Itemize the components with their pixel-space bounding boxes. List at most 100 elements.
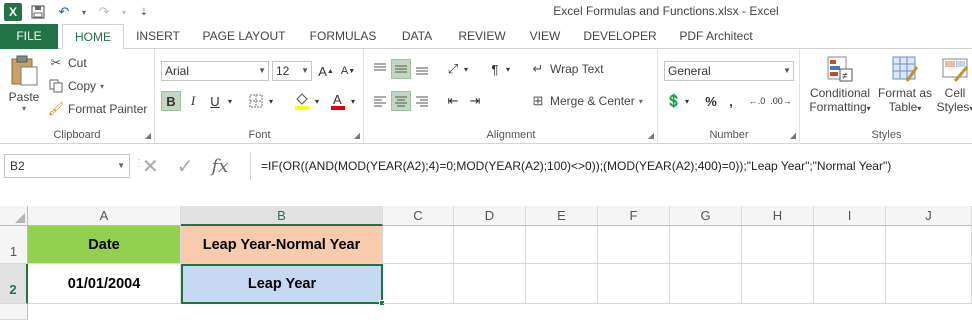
- cell-h1[interactable]: [742, 226, 814, 264]
- select-all-button[interactable]: [0, 206, 28, 226]
- wrap-text-button[interactable]: ↵ Wrap Text: [530, 61, 604, 77]
- cell-c2[interactable]: [383, 264, 454, 304]
- accounting-format-icon[interactable]: 💲: [664, 91, 684, 111]
- orientation-dropdown-icon[interactable]: ▾: [461, 59, 471, 79]
- font-color-dropdown-icon[interactable]: ▾: [348, 91, 358, 111]
- borders-button[interactable]: [246, 91, 266, 111]
- column-header-a[interactable]: A: [28, 206, 181, 226]
- top-align-icon[interactable]: [370, 59, 390, 79]
- cell-a2[interactable]: 01/01/2004: [28, 264, 181, 304]
- alignment-launcher-icon[interactable]: ◢: [648, 131, 654, 140]
- increase-decimal-icon[interactable]: ←.0: [747, 91, 767, 111]
- increase-font-size-button[interactable]: A ▲: [316, 61, 336, 81]
- formula-input[interactable]: =IF(OR((AND(MOD(YEAR(A2);4)=0;MOD(YEAR(A…: [250, 152, 972, 180]
- cell-j2[interactable]: [886, 264, 972, 304]
- paste-button[interactable]: Paste ▾: [6, 55, 42, 113]
- font-name-combo[interactable]: Arial ▼: [161, 61, 269, 81]
- cell-f2[interactable]: [598, 264, 670, 304]
- copy-dropdown-icon[interactable]: ▾: [100, 82, 104, 91]
- merge-dropdown-icon[interactable]: ▾: [639, 97, 643, 106]
- merge-center-button[interactable]: ⊞ Merge & Center ▾: [530, 93, 643, 109]
- cell-b1[interactable]: Leap Year-Normal Year: [181, 226, 383, 264]
- tab-data[interactable]: DATA: [392, 24, 442, 49]
- decrease-decimal-icon[interactable]: .00→: [770, 91, 792, 111]
- align-left-icon[interactable]: [370, 91, 390, 111]
- tab-insert[interactable]: INSERT: [130, 24, 186, 49]
- worksheet-grid: A B C D E F G H I J 1 2 Date Leap Year-N…: [0, 206, 972, 320]
- tab-review[interactable]: REVIEW: [452, 24, 512, 49]
- copy-button[interactable]: Copy ▾: [48, 78, 104, 94]
- cell-g2[interactable]: [670, 264, 742, 304]
- cancel-icon[interactable]: ✕: [142, 154, 159, 179]
- cell-j1[interactable]: [886, 226, 972, 264]
- cell-g1[interactable]: [670, 226, 742, 264]
- paste-dropdown-icon[interactable]: ▾: [6, 104, 42, 113]
- number-format-combo[interactable]: General ▼: [664, 61, 794, 81]
- orientation-icon[interactable]: ⤢: [443, 59, 463, 79]
- column-header-b[interactable]: B: [181, 206, 383, 226]
- insert-function-icon[interactable]: fx: [212, 156, 229, 177]
- cell-d2[interactable]: [454, 264, 526, 304]
- align-right-icon[interactable]: [412, 91, 432, 111]
- cell-d1[interactable]: [454, 226, 526, 264]
- column-header-d[interactable]: D: [454, 206, 526, 226]
- cell-i1[interactable]: [814, 226, 886, 264]
- column-header-e[interactable]: E: [526, 206, 598, 226]
- clipboard-launcher-icon[interactable]: ◢: [145, 131, 151, 140]
- cut-button[interactable]: ✂ Cut: [48, 55, 87, 71]
- format-painter-button[interactable]: 🖌 Format Painter: [48, 101, 148, 117]
- column-header-h[interactable]: H: [742, 206, 814, 226]
- font-launcher-icon[interactable]: ◢: [354, 131, 360, 140]
- align-center-icon[interactable]: [391, 91, 411, 111]
- accounting-dropdown-icon[interactable]: ▾: [682, 91, 692, 111]
- cell-a1[interactable]: Date: [28, 226, 181, 264]
- column-header-j[interactable]: J: [886, 206, 972, 226]
- font-color-button[interactable]: A: [328, 91, 348, 111]
- column-header-g[interactable]: G: [670, 206, 742, 226]
- font-size-combo[interactable]: 12 ▼: [272, 61, 312, 81]
- cell-styles-label-2: Styles: [936, 100, 970, 114]
- tab-file[interactable]: FILE: [0, 24, 58, 49]
- enter-icon[interactable]: ✓: [177, 154, 194, 179]
- text-direction-dropdown-icon[interactable]: ▾: [503, 59, 513, 79]
- column-header-f[interactable]: F: [598, 206, 670, 226]
- fill-color-button[interactable]: [292, 91, 312, 111]
- bold-button[interactable]: B: [161, 91, 181, 111]
- comma-style-button[interactable]: ,: [721, 91, 741, 111]
- decrease-indent-icon[interactable]: ⇤: [443, 91, 463, 111]
- tab-formulas[interactable]: FORMULAS: [302, 24, 384, 49]
- italic-button[interactable]: I: [183, 91, 203, 111]
- fill-color-dropdown-icon[interactable]: ▾: [312, 91, 322, 111]
- conditional-formatting-button[interactable]: ≠ Conditional Formatting▾: [805, 55, 875, 114]
- cell-e2[interactable]: [526, 264, 598, 304]
- cell-styles-button[interactable]: Cell Styles▾: [935, 55, 972, 114]
- cell-b2[interactable]: Leap Year: [181, 264, 383, 304]
- cell-e1[interactable]: [526, 226, 598, 264]
- tab-view[interactable]: VIEW: [522, 24, 568, 49]
- cell-c1[interactable]: [383, 226, 454, 264]
- row-header-1[interactable]: 1: [0, 226, 28, 264]
- row-header-3[interactable]: [0, 304, 28, 320]
- tab-home[interactable]: HOME: [62, 24, 124, 50]
- bottom-align-icon[interactable]: [412, 59, 432, 79]
- name-box[interactable]: B2 ▼: [4, 154, 130, 178]
- column-header-c[interactable]: C: [383, 206, 454, 226]
- tab-developer[interactable]: DEVELOPER: [578, 24, 662, 49]
- tab-page-layout[interactable]: PAGE LAYOUT: [196, 24, 292, 49]
- number-launcher-icon[interactable]: ◢: [790, 131, 796, 140]
- middle-align-icon[interactable]: [391, 59, 411, 79]
- underline-button[interactable]: U: [205, 91, 225, 111]
- borders-dropdown-icon[interactable]: ▾: [266, 91, 276, 111]
- cell-h2[interactable]: [742, 264, 814, 304]
- column-header-i[interactable]: I: [814, 206, 886, 226]
- decrease-font-size-button[interactable]: A ▼: [338, 61, 358, 81]
- increase-indent-icon[interactable]: ⇥: [465, 91, 485, 111]
- tab-pdf-architect[interactable]: PDF Architect: [670, 24, 762, 49]
- percent-style-button[interactable]: %: [701, 91, 721, 111]
- text-direction-icon[interactable]: ¶: [485, 59, 505, 79]
- underline-dropdown-icon[interactable]: ▾: [225, 91, 235, 111]
- format-as-table-button[interactable]: Format as Table▾: [877, 55, 933, 114]
- cell-i2[interactable]: [814, 264, 886, 304]
- row-header-2[interactable]: 2: [0, 264, 28, 304]
- cell-f1[interactable]: [598, 226, 670, 264]
